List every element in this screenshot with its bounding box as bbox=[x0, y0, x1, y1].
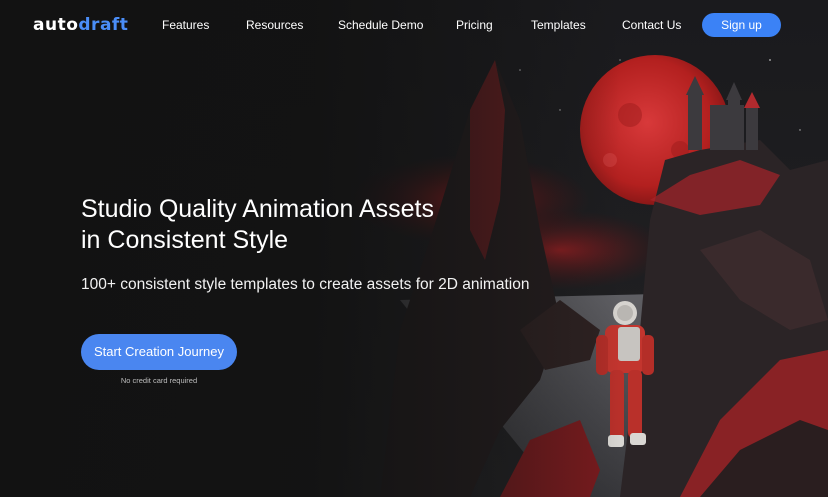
hero-headline-line-2: in Consistent Style bbox=[81, 226, 289, 254]
nav-link-resources[interactable]: Resources bbox=[246, 17, 303, 33]
nav-link-pricing[interactable]: Pricing bbox=[456, 17, 493, 33]
hero-subheadline: 100+ consistent style templates to creat… bbox=[81, 276, 530, 293]
autodraft-logo[interactable]: autodraft bbox=[33, 14, 128, 36]
logo-word-auto: auto bbox=[33, 15, 79, 35]
nav-link-features[interactable]: Features bbox=[162, 17, 209, 33]
sign-up-button[interactable]: Sign up bbox=[702, 13, 781, 37]
nav-link-templates[interactable]: Templates bbox=[531, 17, 586, 33]
hero-headline: Studio Quality Animation Assets in Consis… bbox=[81, 194, 501, 256]
hero-headline-line-1: Studio Quality Animation Assets bbox=[81, 195, 434, 223]
start-creation-journey-button[interactable]: Start Creation Journey bbox=[81, 334, 237, 370]
nav-link-schedule-demo[interactable]: Schedule Demo bbox=[338, 17, 423, 33]
landing-page: autodraft Features Resources Schedule De… bbox=[0, 0, 828, 497]
nav-link-contact-us[interactable]: Contact Us bbox=[622, 17, 681, 33]
no-credit-card-note: No credit card required bbox=[120, 376, 198, 385]
top-navigation: autodraft Features Resources Schedule De… bbox=[0, 0, 828, 50]
logo-word-draft: draft bbox=[78, 15, 129, 35]
